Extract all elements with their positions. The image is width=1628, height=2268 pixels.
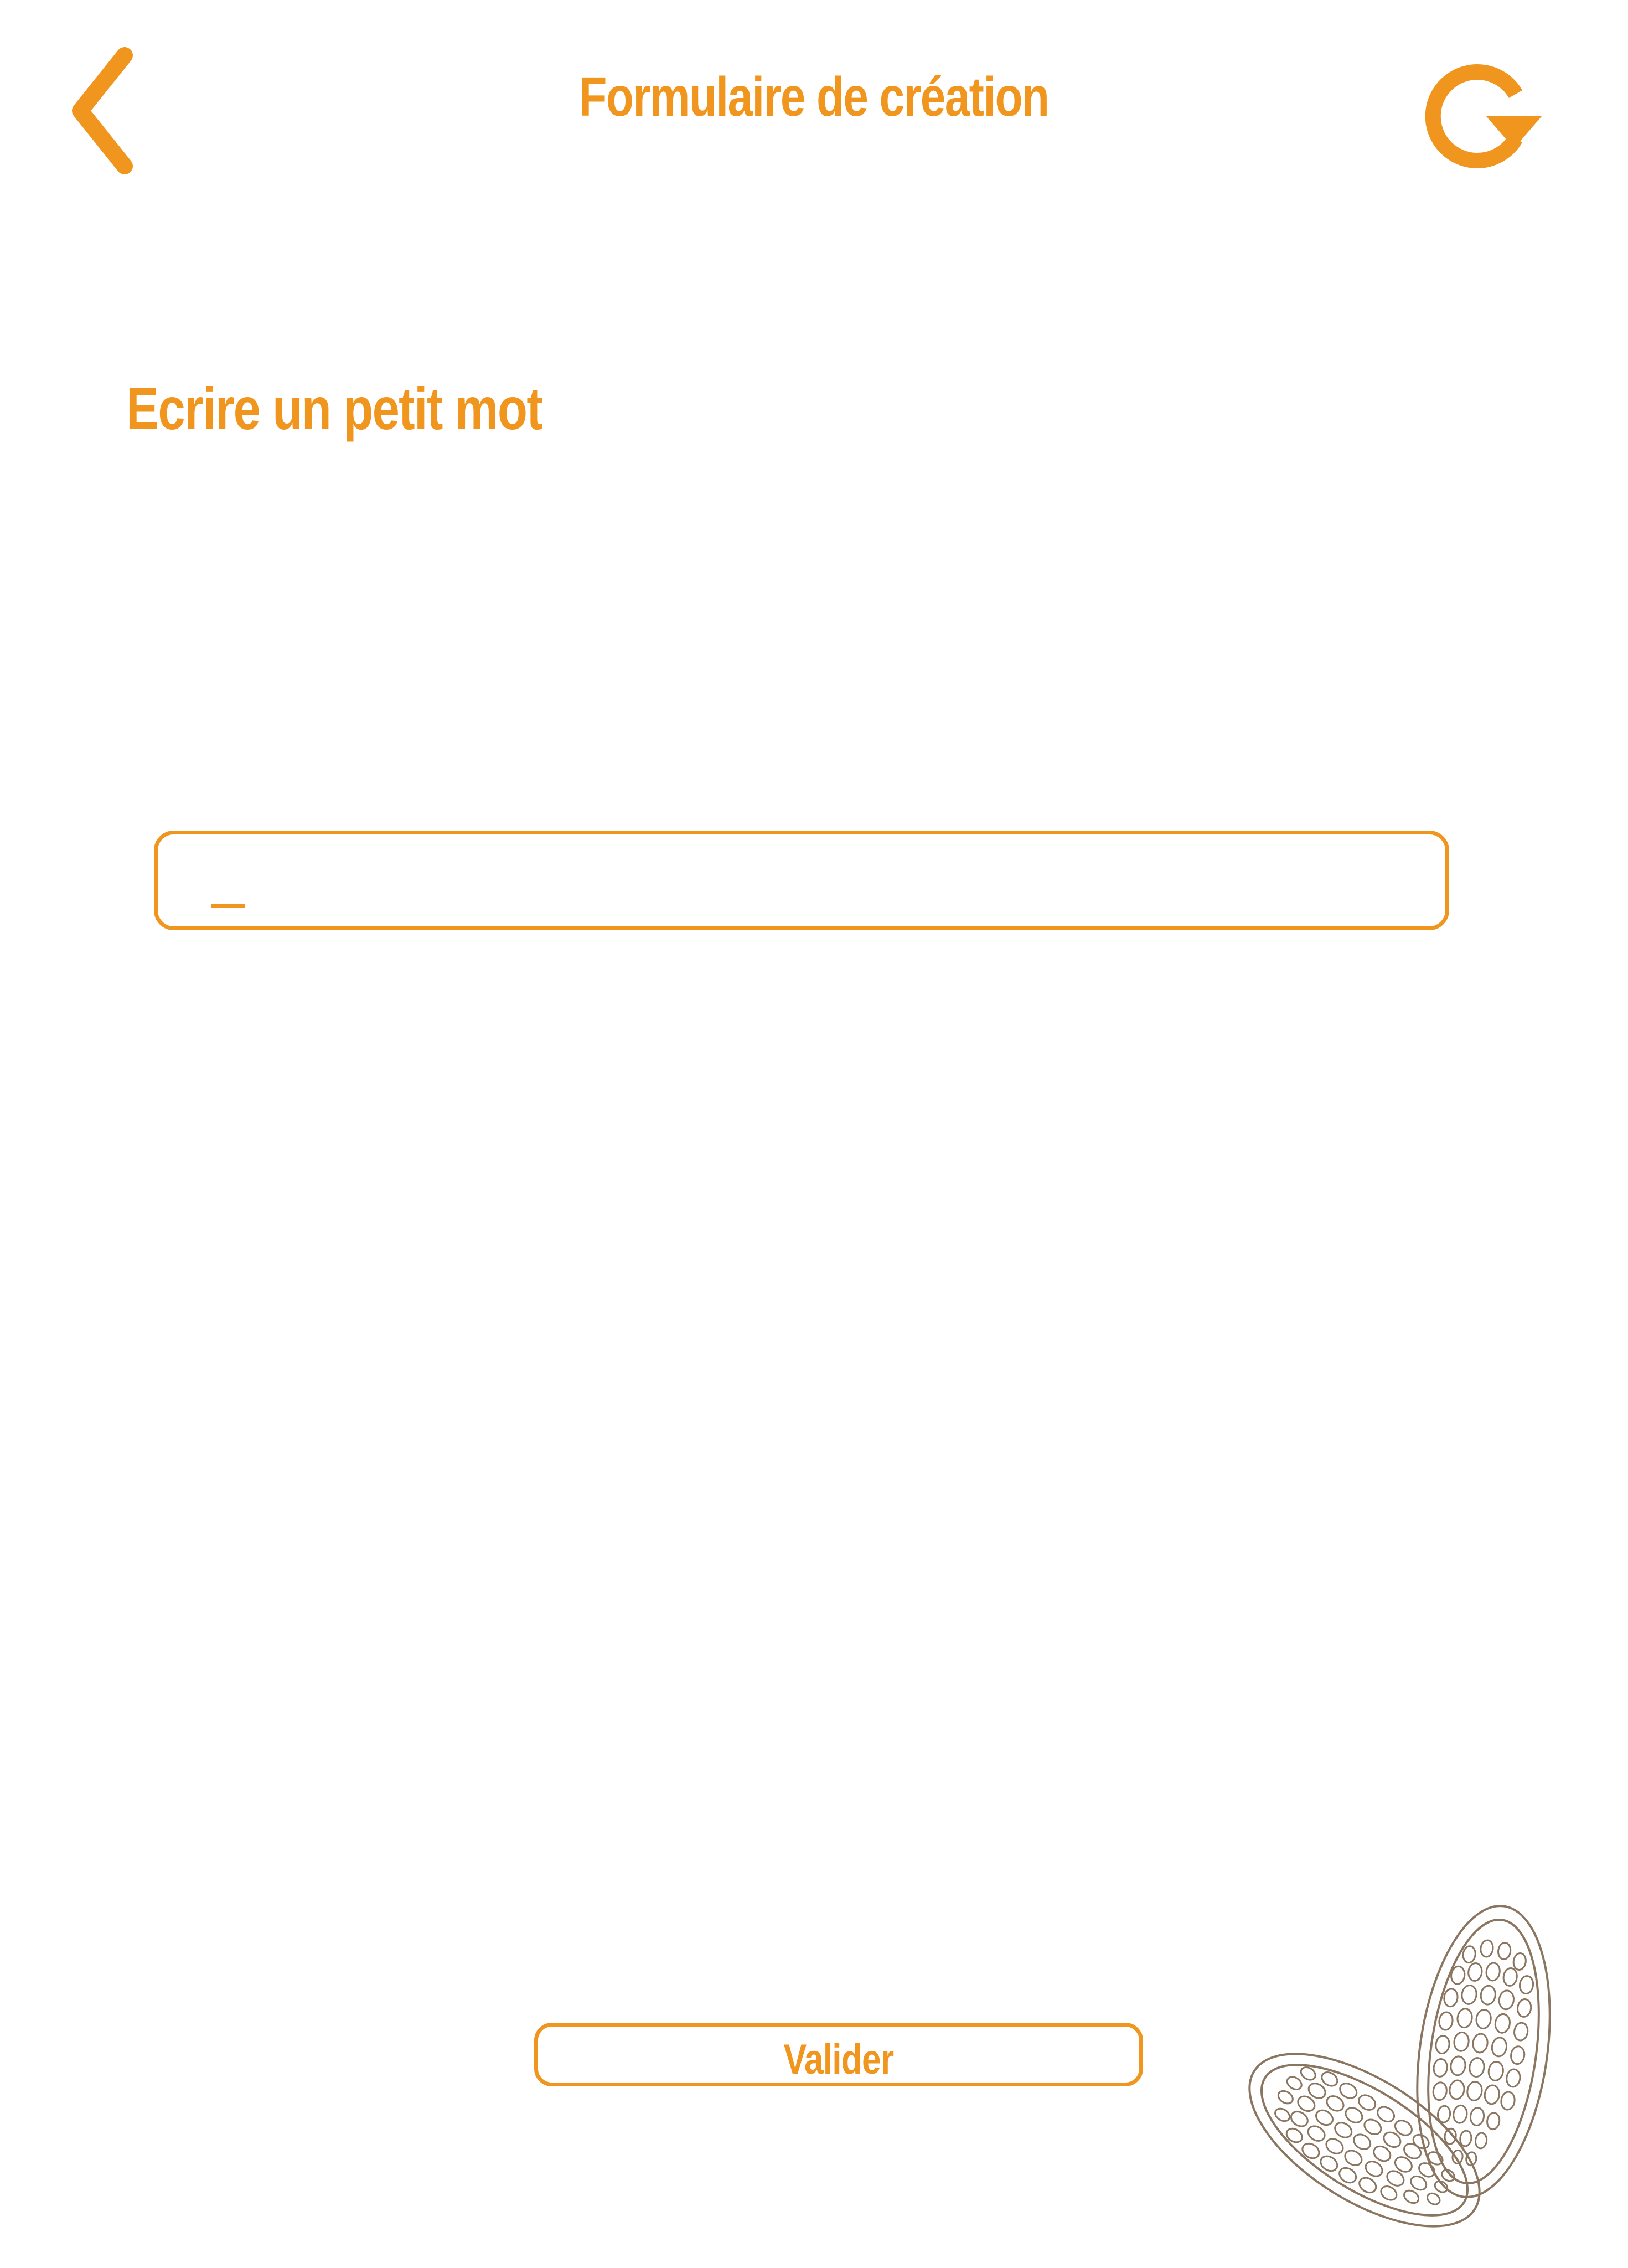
chevron-left-icon [72, 47, 133, 174]
validate-button-label: Valider [783, 2036, 894, 2083]
message-input[interactable] [208, 851, 1392, 912]
cocoa-pods-icon [1248, 1905, 1551, 2228]
header-bar: Formulaire de création [0, 0, 1628, 210]
text-cursor [211, 904, 245, 908]
validate-button[interactable]: Valider [534, 2023, 1143, 2086]
back-button[interactable] [66, 47, 149, 174]
message-field[interactable] [154, 831, 1449, 930]
page-title: Formulaire de création [579, 66, 1050, 128]
section-title: Ecrire un petit mot [126, 375, 543, 442]
refresh-icon [1425, 64, 1542, 168]
refresh-button[interactable] [1417, 55, 1550, 177]
